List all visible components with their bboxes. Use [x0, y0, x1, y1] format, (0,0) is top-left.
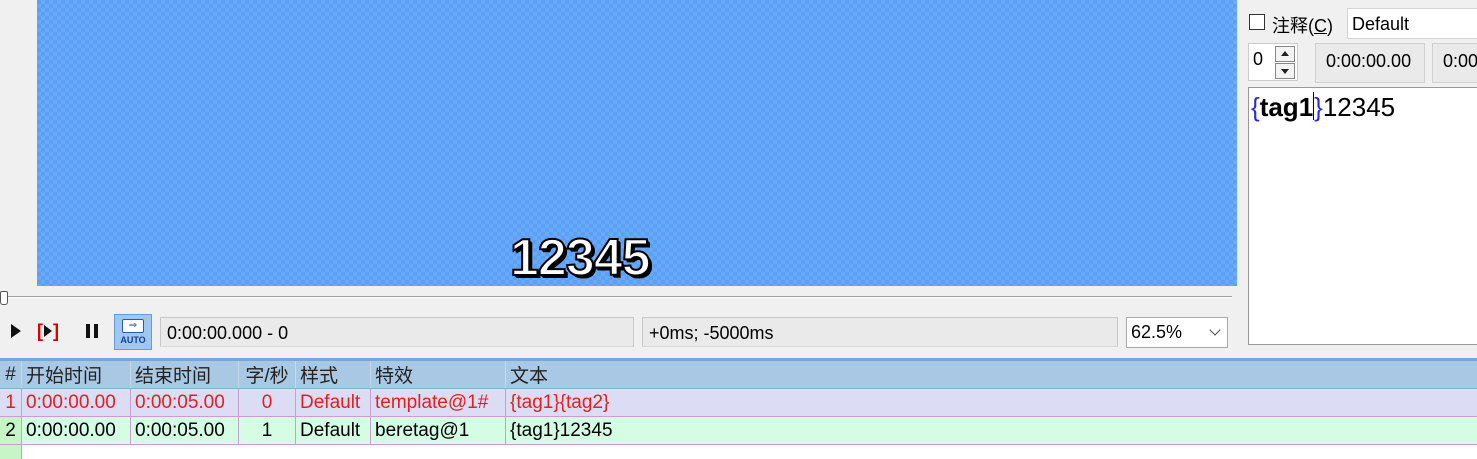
tag-name: tag1: [1259, 92, 1314, 122]
row-text: {tag1}{tag2}: [510, 391, 610, 413]
offset-field: +0ms; -5000ms: [642, 317, 1118, 347]
comment-checkbox[interactable]: [1249, 14, 1265, 30]
seek-track[interactable]: [4, 296, 1232, 298]
col-header-cps[interactable]: 字/秒: [239, 361, 296, 388]
row-style: Default: [296, 389, 371, 416]
col-header-text[interactable]: 文本: [506, 361, 1477, 388]
col-header-number[interactable]: #: [0, 361, 22, 388]
row-end: 0:00:05.00: [131, 389, 239, 416]
current-time-field[interactable]: 0:00:00.000 - 0: [160, 317, 634, 347]
row-cps: 1: [239, 417, 296, 444]
play-icon: [11, 324, 21, 338]
row-end: 0:00:05.00: [131, 417, 239, 444]
zoom-select[interactable]: 62.5%: [1126, 317, 1228, 348]
row-style: Default: [296, 417, 371, 444]
chevron-down-icon: [1209, 324, 1221, 336]
row-effect: beretag@1: [371, 417, 506, 444]
layer-value: 0: [1253, 49, 1264, 69]
table-row[interactable]: 1 0:00:00.00 0:00:05.00 0 Default templa…: [0, 389, 1477, 417]
zoom-value: 62.5%: [1131, 322, 1183, 342]
end-time-input[interactable]: 0:00: [1432, 43, 1477, 83]
grid-empty-row: [0, 445, 1477, 459]
arrow-up-icon: [1281, 51, 1289, 56]
row-start: 0:00:00.00: [22, 389, 131, 416]
play-line-button[interactable]: []: [34, 316, 62, 346]
row-start: 0:00:00.00: [22, 417, 131, 444]
video-controls: [] ⇒ AUTO 0:00:00.000 - 0 +0ms; -5000ms …: [0, 312, 1240, 352]
auto-label: AUTO: [120, 335, 146, 345]
comment-label[interactable]: 注释(C): [1272, 12, 1333, 38]
subtitle-edit-panel: 注释(C) Default 0 0:00:00.00 0:00 {tag1}12…: [1241, 0, 1477, 352]
col-header-style[interactable]: 样式: [296, 361, 371, 388]
play-button[interactable]: [2, 316, 30, 346]
subtitle-grid: # 开始时间 结束时间 字/秒 样式 特效 文本 1 0:00:00.00 0:…: [0, 358, 1477, 459]
pause-icon: [86, 324, 90, 338]
style-select[interactable]: Default: [1347, 8, 1477, 39]
col-header-start[interactable]: 开始时间: [22, 361, 131, 388]
grid-header: # 开始时间 结束时间 字/秒 样式 特效 文本: [0, 361, 1477, 389]
table-row[interactable]: 2 0:00:00.00 0:00:05.00 1 Default bereta…: [0, 417, 1477, 445]
tag-brace-close: }: [1314, 92, 1323, 122]
play-line-icon: []: [37, 320, 59, 341]
text-content: 12345: [1322, 92, 1396, 122]
row-number: 2: [0, 417, 22, 444]
tag-brace-open: {: [1251, 92, 1260, 122]
video-preview[interactable]: 12345: [37, 0, 1237, 286]
seek-bar[interactable]: [0, 287, 1240, 311]
arrow-right-icon: ⇒: [122, 319, 144, 333]
auto-scroll-button[interactable]: ⇒ AUTO: [114, 314, 152, 350]
start-time-input[interactable]: 0:00:00.00: [1315, 43, 1425, 83]
arrow-down-icon: [1281, 69, 1289, 74]
spin-up-button[interactable]: [1275, 46, 1295, 62]
left-margin: [0, 0, 37, 286]
pause-button[interactable]: [78, 316, 106, 346]
row-number: 1: [0, 389, 22, 416]
layer-spinbox[interactable]: 0: [1248, 43, 1298, 81]
col-header-end[interactable]: 结束时间: [131, 361, 239, 388]
col-header-effect[interactable]: 特效: [371, 361, 506, 388]
video-subtitle: 12345: [509, 228, 652, 286]
row-effect: template@1#: [371, 389, 506, 416]
seek-thumb[interactable]: [0, 291, 8, 305]
row-cps: 0: [239, 389, 296, 416]
spin-down-button[interactable]: [1275, 63, 1295, 79]
subtitle-text-editor[interactable]: {tag1}12345: [1248, 87, 1477, 345]
row-text: {tag1}12345: [510, 419, 613, 441]
